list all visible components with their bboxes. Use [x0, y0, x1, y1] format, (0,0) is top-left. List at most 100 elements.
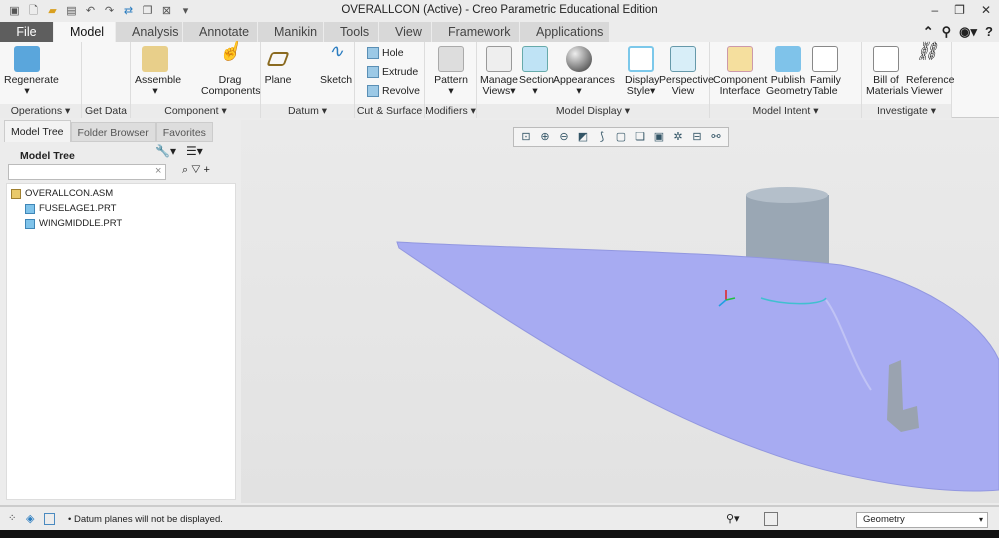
selection-icon[interactable]: [764, 512, 778, 526]
group-label[interactable]: Investigate ▾: [862, 104, 951, 118]
reference-viewer-button[interactable]: ⛓ Reference Viewer: [906, 41, 954, 97]
tab-tools[interactable]: Tools: [324, 22, 379, 42]
section-button[interactable]: Section ▾: [519, 46, 554, 97]
tab-file[interactable]: File: [0, 22, 54, 42]
model-tree-heading: Model Tree: [20, 150, 75, 162]
tab-manikin[interactable]: Manikin: [258, 22, 324, 42]
browser-toggle-icon[interactable]: ◈: [26, 512, 34, 525]
component-interface-button[interactable]: Component Interface: [713, 46, 767, 97]
tab-analysis[interactable]: Analysis: [116, 22, 183, 42]
close-button[interactable]: ✕: [981, 3, 991, 17]
tab-applications[interactable]: Applications: [520, 22, 610, 42]
tab-framework[interactable]: Framework: [432, 22, 520, 42]
community-icon[interactable]: ◉▾: [959, 24, 977, 40]
show-icon[interactable]: ☰▾: [186, 144, 203, 158]
sketch-icon: ∿: [328, 41, 344, 61]
publish-geometry-button[interactable]: Publish Geometry: [766, 46, 812, 97]
minimize-button[interactable]: –: [931, 3, 938, 17]
tree-item[interactable]: OVERALLCON.ASM: [7, 186, 235, 201]
find-icon[interactable]: ⌕ ▽ +: [182, 164, 210, 177]
group-get-data: Get Data ▾: [82, 42, 131, 131]
navigator-toggle-icon[interactable]: ⁘: [8, 513, 16, 524]
part-icon: [25, 218, 35, 229]
hole-button[interactable]: Hole: [367, 47, 404, 59]
hole-icon: [367, 47, 379, 59]
bill-of-materials-button[interactable]: Bill of Materials: [866, 46, 909, 97]
model-render: [396, 187, 999, 492]
extrude-button[interactable]: Extrude: [367, 66, 418, 78]
publish-geometry-icon: [775, 46, 801, 72]
tab-model[interactable]: Model: [54, 22, 116, 42]
search-icon[interactable]: ⚲: [942, 24, 952, 40]
find-icon[interactable]: ⚲▾: [726, 512, 740, 525]
taskbar: [0, 530, 999, 538]
regenerate-icon: [14, 46, 40, 72]
revolve-button[interactable]: Revolve: [367, 85, 420, 97]
family-table-icon: [812, 46, 838, 72]
group-cut-surface: Hole Extrude Revolve Cut & Surface ▾: [355, 42, 425, 131]
family-table-button[interactable]: Family Table: [810, 46, 841, 97]
component-interface-icon: [727, 46, 753, 72]
extrude-icon: [367, 66, 379, 78]
graphics-window[interactable]: ⊡ ⊕ ⊖ ◩ ⟆ ▢ ❏ ▣ ✲ ⊟ ⚯: [241, 120, 999, 503]
chevron-down-icon: ▾: [978, 515, 983, 524]
chain-link-icon: ⛓: [915, 41, 939, 61]
tab-folder-browser[interactable]: Folder Browser: [70, 122, 156, 142]
group-label[interactable]: Model Intent ▾: [710, 104, 861, 118]
plane-button[interactable]: Plane: [263, 46, 293, 86]
restore-button[interactable]: ❐: [954, 3, 965, 17]
group-modifiers: Pattern ▾ Modifiers ▾: [425, 42, 477, 118]
clear-icon[interactable]: ×: [155, 165, 161, 177]
section-icon: [522, 46, 548, 72]
part-icon: [25, 203, 35, 214]
revolve-icon: [367, 85, 379, 97]
group-label[interactable]: Get Data ▾: [82, 104, 130, 131]
manage-views-icon: [486, 46, 512, 72]
appearances-button[interactable]: Appearances ▾: [553, 46, 615, 97]
tab-model-tree[interactable]: Model Tree: [4, 120, 71, 142]
fuselage: [396, 241, 999, 492]
assemble-icon: [142, 46, 168, 72]
tab-view[interactable]: View: [379, 22, 432, 42]
pattern-button[interactable]: Pattern ▾: [429, 46, 473, 97]
status-message: • Datum planes will not be displayed.: [68, 514, 223, 525]
navigator-panel: Model Tree Folder Browser Favorites Mode…: [0, 120, 240, 503]
perspective-view-icon: [670, 46, 696, 72]
regenerate-button[interactable]: Regenerate ▾: [4, 46, 59, 97]
status-bar: ⁘ ◈ • Datum planes will not be displayed…: [0, 505, 999, 530]
ribbon: Regenerate▾ Operations ▾ Get Data ▾ Asse…: [0, 41, 999, 131]
group-model-intent: Component Interface Publish Geometry Fam…: [710, 42, 862, 118]
tab-favorites[interactable]: Favorites: [155, 122, 213, 142]
selection-filter[interactable]: Geometry ▾: [856, 512, 988, 528]
tree-item[interactable]: FUSELAGE1.PRT: [7, 201, 235, 216]
help-icon[interactable]: ?: [985, 24, 993, 40]
plane-icon: [266, 52, 290, 66]
group-label[interactable]: Datum ▾: [261, 104, 354, 118]
hand-icon: ☝: [218, 41, 242, 61]
appearances-icon: [566, 46, 592, 72]
display-style-icon: [628, 46, 654, 72]
sketch-button[interactable]: ∿ Sketch: [319, 41, 353, 86]
drag-components-button[interactable]: ☝ Drag Components: [201, 41, 261, 97]
title-bar: ▣ 🗋 ▰ ▤ ↶ ↷ ⇄ ❐ ⊠ ▾ OVERALLCON (Active) …: [0, 0, 999, 22]
group-label[interactable]: Component ▾: [131, 104, 260, 118]
perspective-view-button[interactable]: Perspective View: [659, 46, 714, 97]
tab-annotate[interactable]: Annotate: [183, 22, 258, 42]
manage-views-button[interactable]: Manage Views▾: [480, 46, 518, 97]
display-style-button[interactable]: Display Style▾: [625, 46, 659, 97]
group-label[interactable]: Model Display ▾: [477, 104, 709, 118]
group-operations: Regenerate ▾ Operations ▾: [0, 42, 82, 118]
group-datum: Plane ∿ Sketch Datum ▾: [261, 42, 355, 118]
group-label[interactable]: Cut & Surface ▾: [355, 104, 424, 131]
group-label[interactable]: Modifiers ▾: [425, 104, 476, 118]
group-label[interactable]: Operations ▾: [0, 104, 81, 118]
model-tree: OVERALLCON.ASM FUSELAGE1.PRT WINGMIDDLE.…: [6, 183, 236, 500]
tree-search-input[interactable]: [8, 164, 166, 180]
fullscreen-icon[interactable]: [44, 513, 55, 525]
settings-icon[interactable]: 🔧▾: [155, 144, 176, 158]
assemble-button[interactable]: Assemble ▾: [135, 46, 181, 97]
group-investigate: Bill of Materials ⛓ Reference Viewer Inve…: [862, 41, 954, 118]
collapse-ribbon-icon[interactable]: ⌃: [923, 24, 934, 40]
tree-item[interactable]: WINGMIDDLE.PRT: [7, 216, 235, 231]
window-title: OVERALLCON (Active) - Creo Parametric Ed…: [341, 4, 658, 16]
